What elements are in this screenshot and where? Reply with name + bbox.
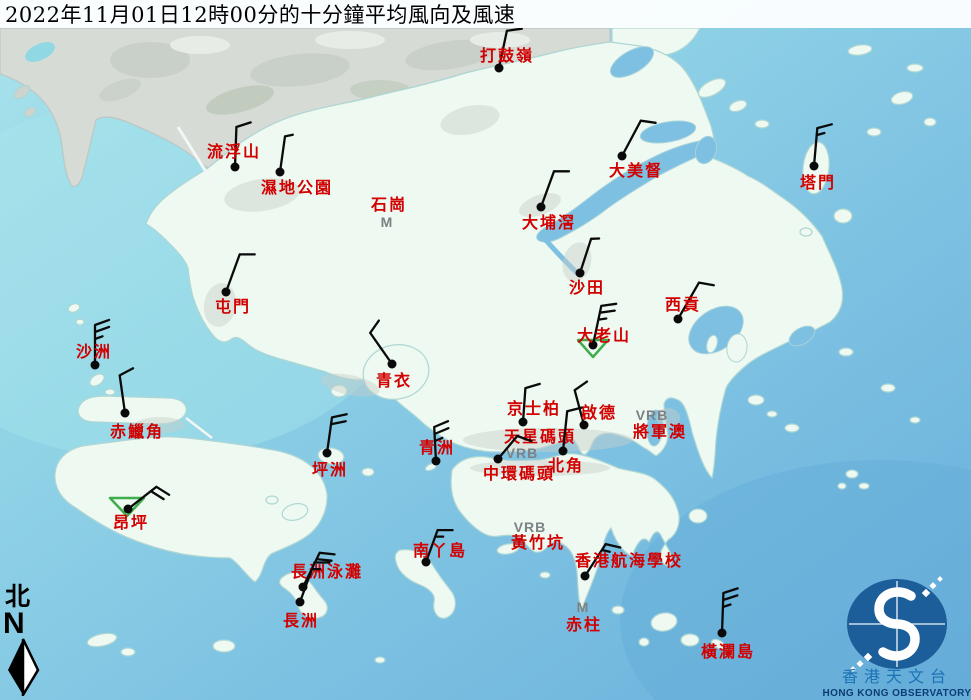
wind-map-screen: 打鼓嶺流浮山濕地公園石崗M大美督塔門大埔滘沙田屯門沙洲西貢大老山青衣赤鱲角京士柏… bbox=[0, 0, 971, 700]
station-label: 流浮山 bbox=[207, 142, 261, 161]
wind-barb bbox=[580, 239, 599, 274]
north-compass: 北 N bbox=[3, 584, 47, 696]
station-label: 啟德 bbox=[581, 403, 617, 422]
station-label: 屯門 bbox=[215, 297, 251, 316]
wind-barb bbox=[541, 171, 569, 207]
station-tates-cairn: 大老山 bbox=[577, 304, 631, 357]
station-label: 昂坪 bbox=[113, 513, 149, 532]
station-peng-chau: 坪洲 bbox=[312, 414, 348, 479]
station-label: 沙洲 bbox=[76, 342, 112, 361]
wind-barb bbox=[327, 414, 347, 453]
station-kai-tak: 啟德 bbox=[575, 382, 617, 430]
station-lamma-island: 南丫島 bbox=[413, 530, 467, 566]
station-note: M bbox=[577, 599, 590, 615]
station-label: 黃竹坑 bbox=[510, 533, 565, 552]
station-hk-sea-school: 香港航海學校 bbox=[574, 544, 683, 580]
station-label: 大老山 bbox=[577, 326, 631, 345]
station-label: 青衣 bbox=[376, 371, 412, 390]
station-label: 塔門 bbox=[800, 173, 836, 192]
station-label: 西貢 bbox=[665, 295, 701, 314]
wind-barb bbox=[814, 124, 832, 166]
station-label: 打鼓嶺 bbox=[480, 46, 534, 65]
station-label: 赤鱲角 bbox=[110, 422, 164, 441]
station-label: 石崗 bbox=[370, 195, 407, 214]
station-dot bbox=[323, 449, 332, 458]
wind-barb bbox=[370, 321, 392, 364]
station-note: VRB bbox=[514, 519, 547, 535]
station-dot bbox=[618, 152, 627, 161]
wind-barb bbox=[722, 588, 738, 633]
station-dot bbox=[718, 629, 727, 638]
station-stanley: 赤柱M bbox=[566, 599, 602, 634]
station-note: VRB bbox=[506, 445, 539, 461]
station-wong-chuk-hang: 黃竹坑VRB bbox=[510, 519, 565, 552]
station-label: 北角 bbox=[548, 456, 584, 475]
hko-name-en: HONG KONG OBSERVATORY bbox=[823, 688, 971, 699]
station-dot bbox=[674, 315, 683, 324]
station-dot bbox=[222, 288, 231, 297]
station-dot bbox=[537, 203, 546, 212]
station-label: 坪洲 bbox=[312, 460, 348, 479]
station-label: 赤柱 bbox=[566, 615, 602, 634]
station-dot bbox=[231, 163, 240, 172]
station-label: 將軍澳 bbox=[633, 422, 687, 441]
station-green-island: 青洲 bbox=[419, 421, 455, 465]
station-dot bbox=[810, 162, 819, 171]
station-dot bbox=[388, 360, 397, 369]
station-wetland-park: 濕地公園 bbox=[261, 135, 333, 197]
station-tsing-yi: 青衣 bbox=[370, 321, 412, 390]
station-tap-mun: 塔門 bbox=[800, 124, 836, 192]
station-label: 沙田 bbox=[569, 278, 605, 297]
station-tai-po-kau: 大埔滘 bbox=[522, 171, 576, 232]
station-note: VRB bbox=[636, 407, 669, 423]
hko-logo: 香港天文台 HONG KONG OBSERVATORY bbox=[823, 574, 971, 700]
station-note: M bbox=[381, 214, 394, 230]
station-dot bbox=[559, 447, 568, 456]
hko-name-zh: 香港天文台 bbox=[842, 667, 952, 686]
station-label: 中環碼頭 bbox=[483, 464, 555, 483]
station-ngong-ping: 昂坪 bbox=[110, 487, 169, 532]
station-label: 青洲 bbox=[419, 438, 455, 457]
compass-arrow-icon bbox=[3, 638, 43, 696]
station-dot bbox=[519, 418, 528, 427]
station-ta-kwu-ling: 打鼓嶺 bbox=[480, 29, 534, 73]
station-label: 長洲 bbox=[283, 611, 319, 630]
station-dot bbox=[581, 572, 590, 581]
station-label: 香港航海學校 bbox=[574, 551, 683, 570]
station-dot bbox=[494, 455, 503, 464]
wind-barb bbox=[622, 121, 656, 156]
north-letter-label: N bbox=[3, 610, 47, 638]
station-dot bbox=[296, 598, 305, 607]
station-label: 濕地公園 bbox=[261, 178, 333, 197]
station-sai-kung: 西貢 bbox=[665, 283, 714, 324]
station-shek-kong: 石崗M bbox=[370, 195, 407, 230]
station-dot bbox=[576, 269, 585, 278]
station-tai-mei-tuk: 大美督 bbox=[609, 121, 663, 180]
station-tuen-mun: 屯門 bbox=[215, 254, 255, 316]
station-dot bbox=[276, 168, 285, 177]
station-lau-fau-shan: 流浮山 bbox=[207, 122, 261, 171]
station-dot bbox=[91, 361, 100, 370]
station-label: 橫瀾島 bbox=[701, 642, 755, 661]
station-tseung-kwan-o: 將軍澳VRB bbox=[633, 407, 687, 441]
station-dot bbox=[432, 457, 441, 466]
station-waglan-island: 橫瀾島 bbox=[701, 588, 755, 661]
station-label: 南丫島 bbox=[413, 541, 467, 560]
station-sha-chau: 沙洲 bbox=[76, 320, 112, 370]
station-kings-park: 京士柏 bbox=[507, 384, 561, 427]
wind-barb bbox=[226, 254, 255, 292]
station-label: 大美督 bbox=[609, 161, 663, 180]
station-label: 京士柏 bbox=[507, 399, 561, 418]
wind-barb bbox=[280, 135, 293, 172]
station-sha-tin: 沙田 bbox=[569, 239, 605, 298]
station-cheung-chau-beach: 長洲泳灘 bbox=[291, 553, 363, 592]
station-chek-lap-kok: 赤鱲角 bbox=[110, 368, 164, 441]
map-title: 2022年11月01日12時00分的十分鐘平均風向及風速 bbox=[0, 0, 971, 28]
wind-barb bbox=[120, 368, 133, 413]
station-label: 大埔滘 bbox=[522, 213, 576, 232]
station-label: 長洲泳灘 bbox=[291, 562, 363, 581]
station-dot bbox=[121, 409, 130, 418]
